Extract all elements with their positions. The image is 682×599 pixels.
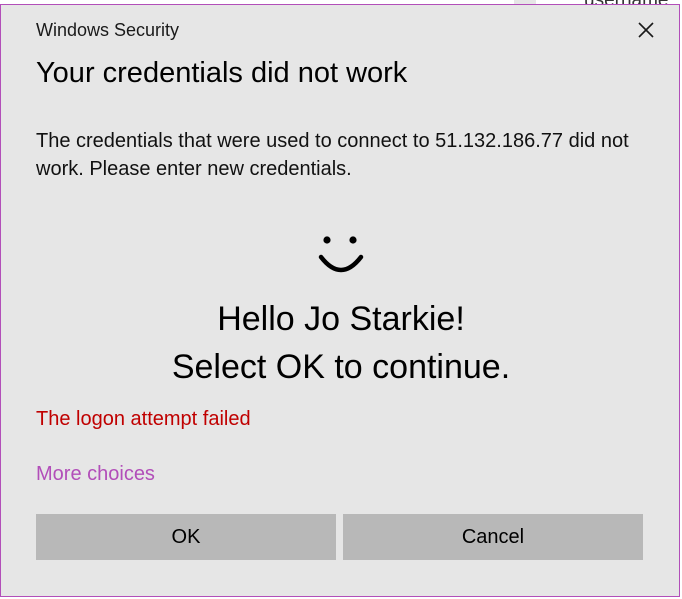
error-message: The logon attempt failed	[36, 408, 251, 430]
ok-button[interactable]: OK	[36, 514, 336, 560]
greeting-line-2: Select OK to continue.	[171, 348, 511, 386]
cancel-button[interactable]: Cancel	[343, 514, 643, 560]
greeting-block: Hello Jo Starkie! Select OK to continue.	[1, 295, 681, 391]
close-button[interactable]	[629, 13, 663, 47]
smiley-face-icon	[318, 236, 364, 273]
dialog-heading: Your credentials did not work	[36, 57, 408, 89]
close-icon	[638, 22, 654, 38]
dialog-message: The credentials that were used to connec…	[36, 130, 629, 180]
more-choices-link[interactable]: More choices	[36, 463, 155, 486]
windows-security-dialog: Windows Security Your credentials did no…	[0, 4, 680, 597]
window-title: Windows Security	[36, 20, 180, 40]
greeting-line-1: Hello Jo Starkie!	[217, 300, 465, 338]
